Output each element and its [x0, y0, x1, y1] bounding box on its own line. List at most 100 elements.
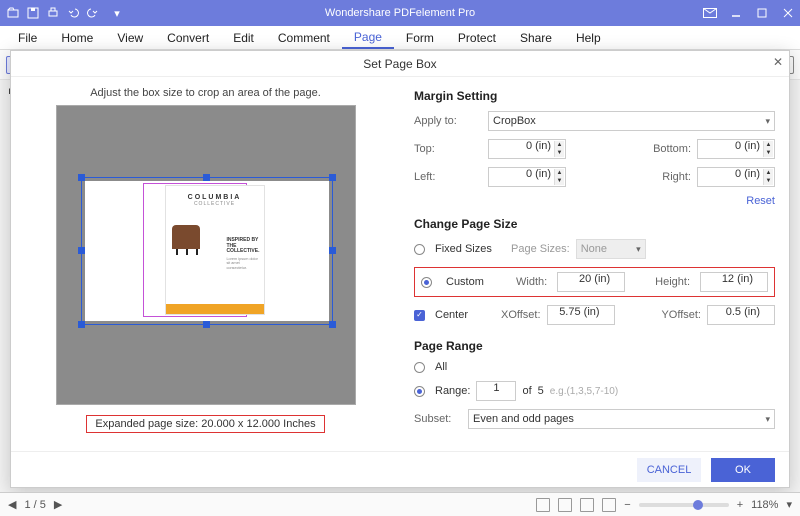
view-continuous-icon[interactable] [558, 498, 572, 512]
dialog-title-bar: Set Page Box ✕ [11, 51, 789, 77]
menu-file[interactable]: File [6, 26, 49, 49]
minimize-button[interactable] [724, 0, 748, 26]
center-label: Center [435, 309, 495, 321]
fixed-sizes-radio[interactable] [414, 244, 425, 255]
spin-down-icon[interactable]: ▼ [554, 149, 564, 157]
apply-to-label: Apply to: [414, 115, 482, 127]
open-icon[interactable] [6, 6, 20, 20]
left-input[interactable]: 0 (in)▲▼ [488, 167, 566, 187]
crop-handle-ne[interactable] [329, 174, 336, 181]
next-page-button[interactable]: ▶ [54, 498, 62, 511]
menu-share[interactable]: Share [508, 26, 564, 49]
spin-down-icon[interactable]: ▼ [763, 149, 773, 157]
dialog-close-button[interactable]: ✕ [773, 55, 783, 69]
apply-to-select[interactable]: CropBox ▾ [488, 111, 775, 131]
crop-handle-se[interactable] [329, 321, 336, 328]
title-bar: ▾ Wondershare PDFelement Pro [0, 0, 800, 26]
crop-outer-box[interactable] [81, 177, 333, 325]
spin-down-icon[interactable]: ▼ [554, 177, 564, 185]
crop-preview[interactable]: COLUMBIA COLLECTIVE INSPIRED BY THE COLL… [56, 105, 356, 405]
range-heading: Page Range [414, 339, 775, 353]
menu-home[interactable]: Home [49, 26, 105, 49]
center-checkbox[interactable] [414, 310, 425, 321]
menu-edit[interactable]: Edit [221, 26, 266, 49]
quick-access-toolbar: ▾ [0, 6, 130, 20]
menu-comment[interactable]: Comment [266, 26, 342, 49]
range-label: Range: [435, 385, 470, 397]
view-single-icon[interactable] [536, 498, 550, 512]
zoom-slider[interactable] [639, 503, 729, 507]
chevron-down-icon: ▾ [765, 116, 770, 127]
margin-heading: Margin Setting [414, 89, 775, 103]
right-label: Right: [635, 171, 691, 183]
all-pages-radio[interactable] [414, 362, 425, 373]
range-from-input[interactable]: 1 [476, 381, 516, 401]
print-icon[interactable] [46, 6, 60, 20]
menu-form[interactable]: Form [394, 26, 446, 49]
crop-handle-w[interactable] [78, 247, 85, 254]
dialog-left-pane: Adjust the box size to crop an area of t… [11, 77, 400, 451]
crop-handle-sw[interactable] [78, 321, 85, 328]
app-title: Wondershare PDFelement Pro [325, 7, 475, 19]
cancel-button[interactable]: CANCEL [637, 458, 701, 482]
spin-up-icon[interactable]: ▲ [763, 169, 773, 177]
view-facing-icon[interactable] [580, 498, 594, 512]
zoom-readout: 118% [751, 499, 778, 511]
yoffset-input[interactable]: 0.5 (in) [707, 305, 775, 325]
top-label: Top: [414, 143, 482, 155]
undo-icon[interactable] [66, 6, 80, 20]
reset-link[interactable]: Reset [414, 195, 775, 207]
menu-convert[interactable]: Convert [155, 26, 221, 49]
prev-page-button[interactable]: ◀ [8, 498, 16, 511]
close-button[interactable] [776, 0, 800, 26]
redo-icon[interactable] [86, 6, 100, 20]
menu-help[interactable]: Help [564, 26, 613, 49]
bottom-input[interactable]: 0 (in)▲▼ [697, 139, 775, 159]
yoffset-label: YOffset: [661, 309, 701, 321]
custom-label: Custom [446, 276, 506, 288]
ok-button[interactable]: OK [711, 458, 775, 482]
chevron-down-icon: ▾ [636, 244, 641, 255]
window-buttons [698, 0, 800, 26]
crop-handle-nw[interactable] [78, 174, 85, 181]
dialog-title: Set Page Box [363, 57, 436, 71]
right-input[interactable]: 0 (in)▲▼ [697, 167, 775, 187]
spin-up-icon[interactable]: ▲ [554, 141, 564, 149]
spin-up-icon[interactable]: ▲ [763, 141, 773, 149]
fixed-sizes-label: Fixed Sizes [435, 243, 505, 255]
crop-handle-n[interactable] [203, 174, 210, 181]
range-of-label: of [522, 385, 531, 397]
width-input[interactable]: 20 (in) [557, 272, 625, 292]
set-page-box-dialog: Set Page Box ✕ Adjust the box size to cr… [10, 50, 790, 488]
menu-view[interactable]: View [105, 26, 155, 49]
dialog-right-pane: Margin Setting Apply to: CropBox ▾ Top: … [400, 77, 789, 451]
width-label: Width: [516, 276, 547, 288]
custom-radio[interactable] [421, 277, 432, 288]
subset-value: Even and odd pages [473, 413, 574, 425]
apply-to-value: CropBox [493, 115, 536, 127]
crop-handle-e[interactable] [329, 247, 336, 254]
mail-icon[interactable] [698, 0, 722, 26]
xoffset-input[interactable]: 5.75 (in) [547, 305, 615, 325]
zoom-dropdown-icon[interactable]: ▾ [786, 498, 792, 511]
view-grid-icon[interactable] [602, 498, 616, 512]
save-icon[interactable] [26, 6, 40, 20]
menu-protect[interactable]: Protect [446, 26, 508, 49]
maximize-button[interactable] [750, 0, 774, 26]
status-bar: ◀ 1 / 5 ▶ − + 118% ▾ [0, 492, 800, 516]
height-input[interactable]: 12 (in) [700, 272, 768, 292]
dialog-footer: CANCEL OK [11, 451, 789, 487]
zoom-slider-knob[interactable] [693, 500, 703, 510]
qat-dropdown-icon[interactable]: ▾ [110, 6, 124, 20]
menu-page[interactable]: Page [342, 26, 394, 49]
zoom-in-button[interactable]: + [737, 499, 743, 511]
spin-down-icon[interactable]: ▼ [763, 177, 773, 185]
pagesizes-label: Page Sizes: [511, 243, 570, 255]
spin-up-icon[interactable]: ▲ [554, 169, 564, 177]
subset-label: Subset: [414, 413, 462, 425]
crop-handle-s[interactable] [203, 321, 210, 328]
range-radio[interactable] [414, 386, 425, 397]
zoom-out-button[interactable]: − [624, 499, 630, 511]
subset-select[interactable]: Even and odd pages ▾ [468, 409, 775, 429]
top-input[interactable]: 0 (in)▲▼ [488, 139, 566, 159]
